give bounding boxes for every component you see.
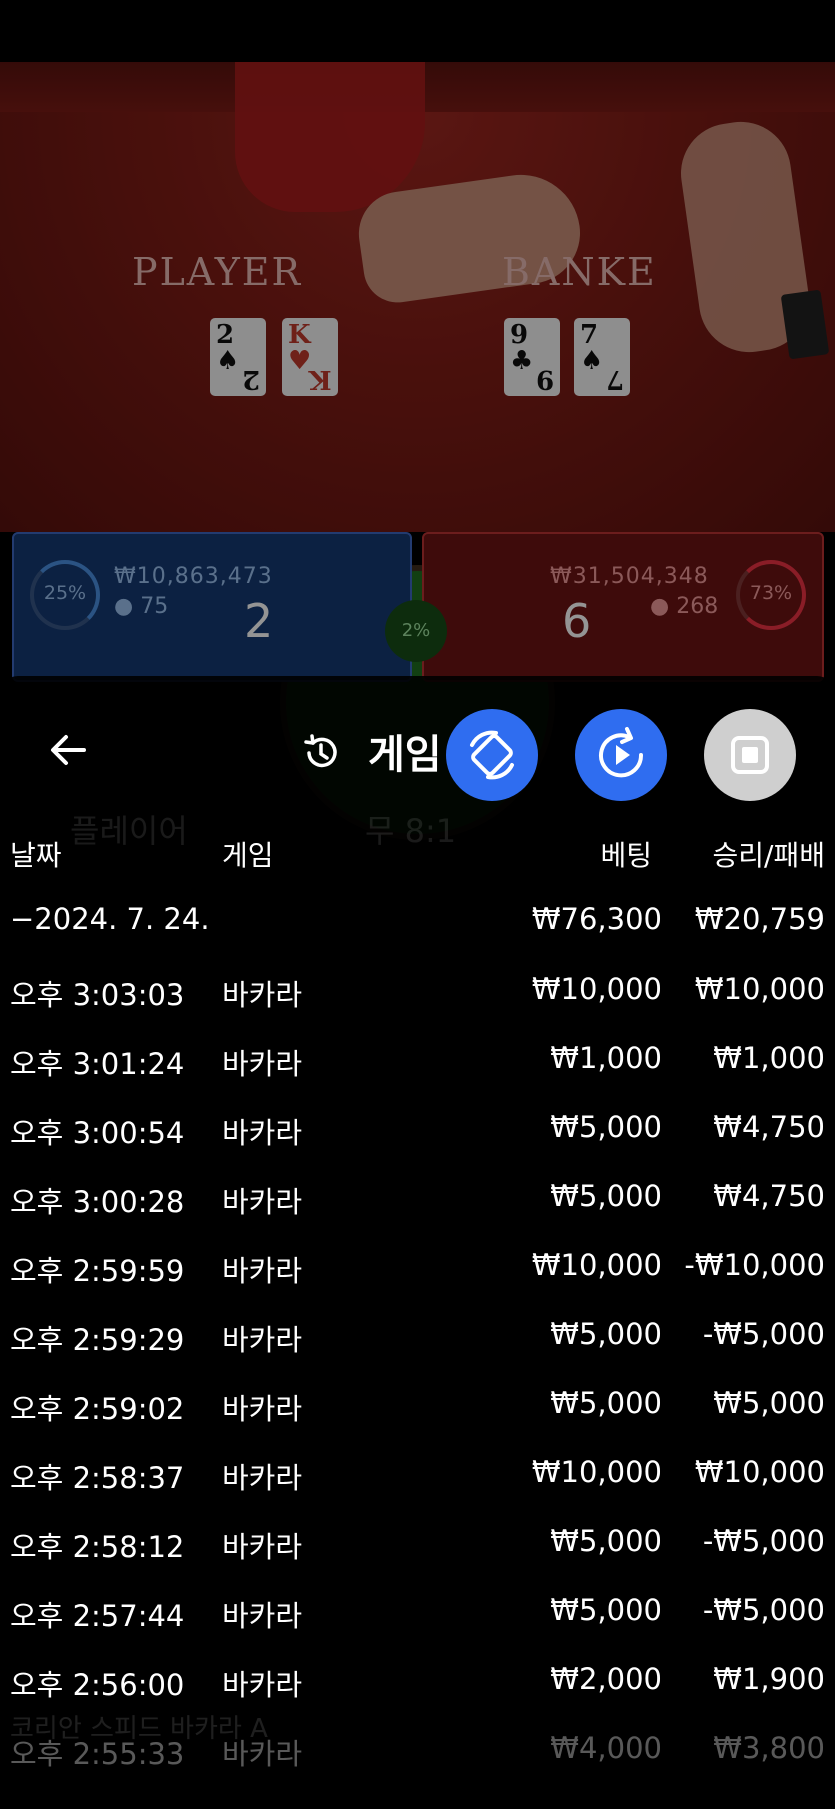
row-game: 바카라 [222, 1461, 303, 1495]
history-row[interactable]: 오후 2:59:59 바카라 ₩10,000 -₩10,000 [0, 1248, 835, 1308]
row-time: 오후 2:58:37 [10, 1461, 185, 1495]
column-header-bet: 베팅 [600, 839, 652, 872]
history-row[interactable]: 오후 2:59:02 바카라 ₩5,000 ₩5,000 [0, 1386, 835, 1446]
column-header-game: 게임 [222, 839, 274, 872]
row-time: 오후 3:00:28 [10, 1185, 185, 1219]
history-row[interactable]: 오후 3:03:03 바카라 ₩10,000 ₩10,000 [0, 972, 835, 1032]
game-history-sheet: 플레이어 무 8:1 게임 날짜 게임 베팅 승리/패배 −2024. 7. 2… [0, 676, 835, 1809]
row-time: 오후 2:56:00 [10, 1668, 185, 1702]
row-time: 오후 3:03:03 [10, 978, 185, 1012]
row-bet: ₩4,000 [550, 1731, 662, 1765]
row-time: 오후 2:59:29 [10, 1323, 185, 1357]
row-bet: ₩5,000 [550, 1179, 662, 1213]
row-bet: ₩2,000 [550, 1662, 662, 1696]
row-bet: ₩10,000 [531, 1455, 662, 1489]
history-row[interactable]: 오후 3:00:54 바카라 ₩5,000 ₩4,750 [0, 1110, 835, 1170]
history-icon [304, 734, 337, 768]
row-winloss: ₩1,000 [713, 1041, 825, 1075]
sheet-title: 게임 [368, 732, 442, 778]
day-label: −2024. 7. 24. [10, 902, 210, 936]
row-time: 오후 2:58:12 [10, 1530, 185, 1564]
row-time: 오후 3:00:54 [10, 1116, 185, 1150]
row-game: 바카라 [222, 1392, 303, 1426]
day-total-bet: ₩76,300 [531, 902, 662, 936]
column-header-winloss: 승리/패배 [712, 839, 825, 872]
history-row[interactable]: 오후 2:57:44 바카라 ₩5,000 -₩5,000 [0, 1593, 835, 1653]
stop-icon [731, 736, 769, 774]
row-game: 바카라 [222, 1116, 303, 1150]
row-game: 바카라 [222, 1185, 303, 1219]
ghost-player-label: 플레이어 [70, 812, 188, 850]
row-winloss: ₩4,750 [713, 1110, 825, 1144]
ghost-tie-label: 무 8:1 [365, 812, 457, 850]
row-bet: ₩5,000 [550, 1386, 662, 1420]
ghost-footer-label: 코리안 스피드 바카라 A [10, 1714, 268, 1744]
history-row[interactable]: 오후 3:01:24 바카라 ₩1,000 ₩1,000 [0, 1041, 835, 1101]
back-arrow-icon[interactable] [40, 722, 96, 778]
row-bet: ₩1,000 [550, 1041, 662, 1075]
rotate-screen-button[interactable] [446, 709, 538, 801]
row-time: 오후 3:01:24 [10, 1047, 185, 1081]
row-winloss: ₩4,750 [713, 1179, 825, 1213]
history-row[interactable]: 오후 2:58:12 바카라 ₩5,000 -₩5,000 [0, 1524, 835, 1584]
row-winloss: ₩5,000 [713, 1386, 825, 1420]
row-bet: ₩5,000 [550, 1317, 662, 1351]
row-bet: ₩5,000 [550, 1593, 662, 1627]
screen-rotate-icon [470, 730, 514, 780]
column-header-date: 날짜 [10, 839, 62, 872]
row-time: 오후 2:59:59 [10, 1254, 185, 1288]
row-bet: ₩5,000 [550, 1524, 662, 1558]
history-row[interactable]: 오후 2:59:29 바카라 ₩5,000 -₩5,000 [0, 1317, 835, 1377]
row-winloss: -₩10,000 [684, 1248, 825, 1282]
row-winloss: -₩5,000 [702, 1593, 825, 1627]
history-row[interactable]: 오후 2:58:37 바카라 ₩10,000 ₩10,000 [0, 1455, 835, 1515]
row-winloss: ₩1,900 [713, 1662, 825, 1696]
history-row[interactable]: 오후 3:00:28 바카라 ₩5,000 ₩4,750 [0, 1179, 835, 1239]
day-summary-row[interactable]: −2024. 7. 24. ₩76,300 ₩20,759 [0, 902, 835, 962]
row-time: 오후 2:59:02 [10, 1392, 185, 1426]
row-winloss: -₩5,000 [702, 1317, 825, 1351]
row-time: 오후 2:57:44 [10, 1599, 185, 1633]
row-game: 바카라 [222, 1530, 303, 1564]
row-game: 바카라 [222, 1323, 303, 1357]
day-total-winloss: ₩20,759 [694, 902, 825, 936]
row-winloss: ₩10,000 [694, 1455, 825, 1489]
row-bet: ₩5,000 [550, 1110, 662, 1144]
row-game: 바카라 [222, 978, 303, 1012]
replay-icon [599, 727, 644, 778]
row-bet: ₩10,000 [531, 1248, 662, 1282]
stop-button[interactable] [704, 709, 796, 801]
row-winloss: ₩3,800 [713, 1731, 825, 1765]
row-game: 바카라 [222, 1047, 303, 1081]
row-game: 바카라 [222, 1254, 303, 1288]
row-winloss: -₩5,000 [702, 1524, 825, 1558]
row-game: 바카라 [222, 1668, 303, 1702]
row-bet: ₩10,000 [531, 972, 662, 1006]
row-game: 바카라 [222, 1599, 303, 1633]
replay-button[interactable] [575, 709, 667, 801]
row-winloss: ₩10,000 [694, 972, 825, 1006]
